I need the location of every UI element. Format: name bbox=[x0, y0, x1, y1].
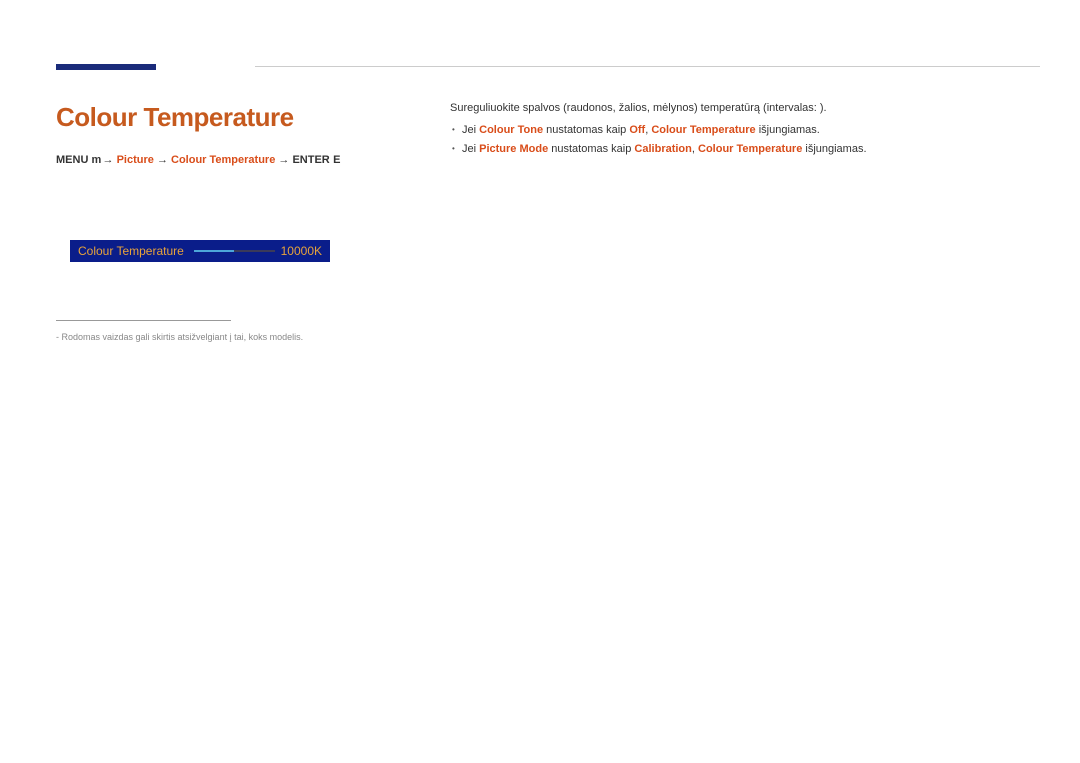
bc-arrow-2: → bbox=[157, 154, 168, 166]
bc-arrow-3: → bbox=[278, 154, 289, 166]
footnote-separator bbox=[56, 320, 231, 321]
b1-colour-tone: Colour Tone bbox=[479, 124, 543, 136]
intro-paragraph: Sureguliuokite spalvos (raudonos, žalios… bbox=[450, 100, 1030, 118]
osd-label: Colour Temperature bbox=[78, 244, 184, 258]
b2-colour-temperature: Colour Temperature bbox=[698, 143, 802, 155]
bc-arrow-1: → bbox=[103, 154, 114, 166]
osd-value: 10000K bbox=[281, 244, 322, 258]
b2-picture-mode: Picture Mode bbox=[479, 143, 548, 155]
b2-pre: Jei bbox=[462, 143, 479, 155]
enter-icon: E bbox=[333, 154, 341, 166]
slider-fill bbox=[194, 250, 234, 252]
b2-end: išjungiamas. bbox=[802, 143, 866, 155]
b1-end: išjungiamas. bbox=[756, 124, 820, 136]
menu-icon: m bbox=[91, 154, 99, 166]
bc-enter: ENTER bbox=[292, 154, 329, 166]
bc-colour-temperature: Colour Temperature bbox=[171, 154, 275, 166]
bullet-1: Jei Colour Tone nustatomas kaip Off, Col… bbox=[450, 122, 1030, 140]
footnote-text: Rodomas vaizdas gali skirtis atsižvelgia… bbox=[56, 332, 303, 342]
body-text: Sureguliuokite spalvos (raudonos, žalios… bbox=[450, 100, 1030, 161]
accent-bar bbox=[56, 64, 156, 70]
b2-calibration: Calibration bbox=[634, 143, 691, 155]
b2-mid: nustatomas kaip bbox=[548, 143, 634, 155]
bc-menu: MENU bbox=[56, 154, 88, 166]
osd-slider[interactable] bbox=[194, 250, 275, 252]
breadcrumb: MENU m → Picture → Colour Temperature → … bbox=[56, 154, 341, 166]
b1-mid: nustatomas kaip bbox=[543, 124, 629, 136]
b1-off: Off bbox=[629, 124, 645, 136]
b1-pre: Jei bbox=[462, 124, 479, 136]
osd-row-colour-temperature: Colour Temperature 10000K bbox=[70, 240, 330, 262]
b1-colour-temperature: Colour Temperature bbox=[651, 124, 755, 136]
horizontal-rule bbox=[255, 66, 1040, 67]
bc-picture: Picture bbox=[117, 154, 154, 166]
page-title: Colour Temperature bbox=[56, 102, 294, 133]
bullet-2: Jei Picture Mode nustatomas kaip Calibra… bbox=[450, 141, 1030, 159]
